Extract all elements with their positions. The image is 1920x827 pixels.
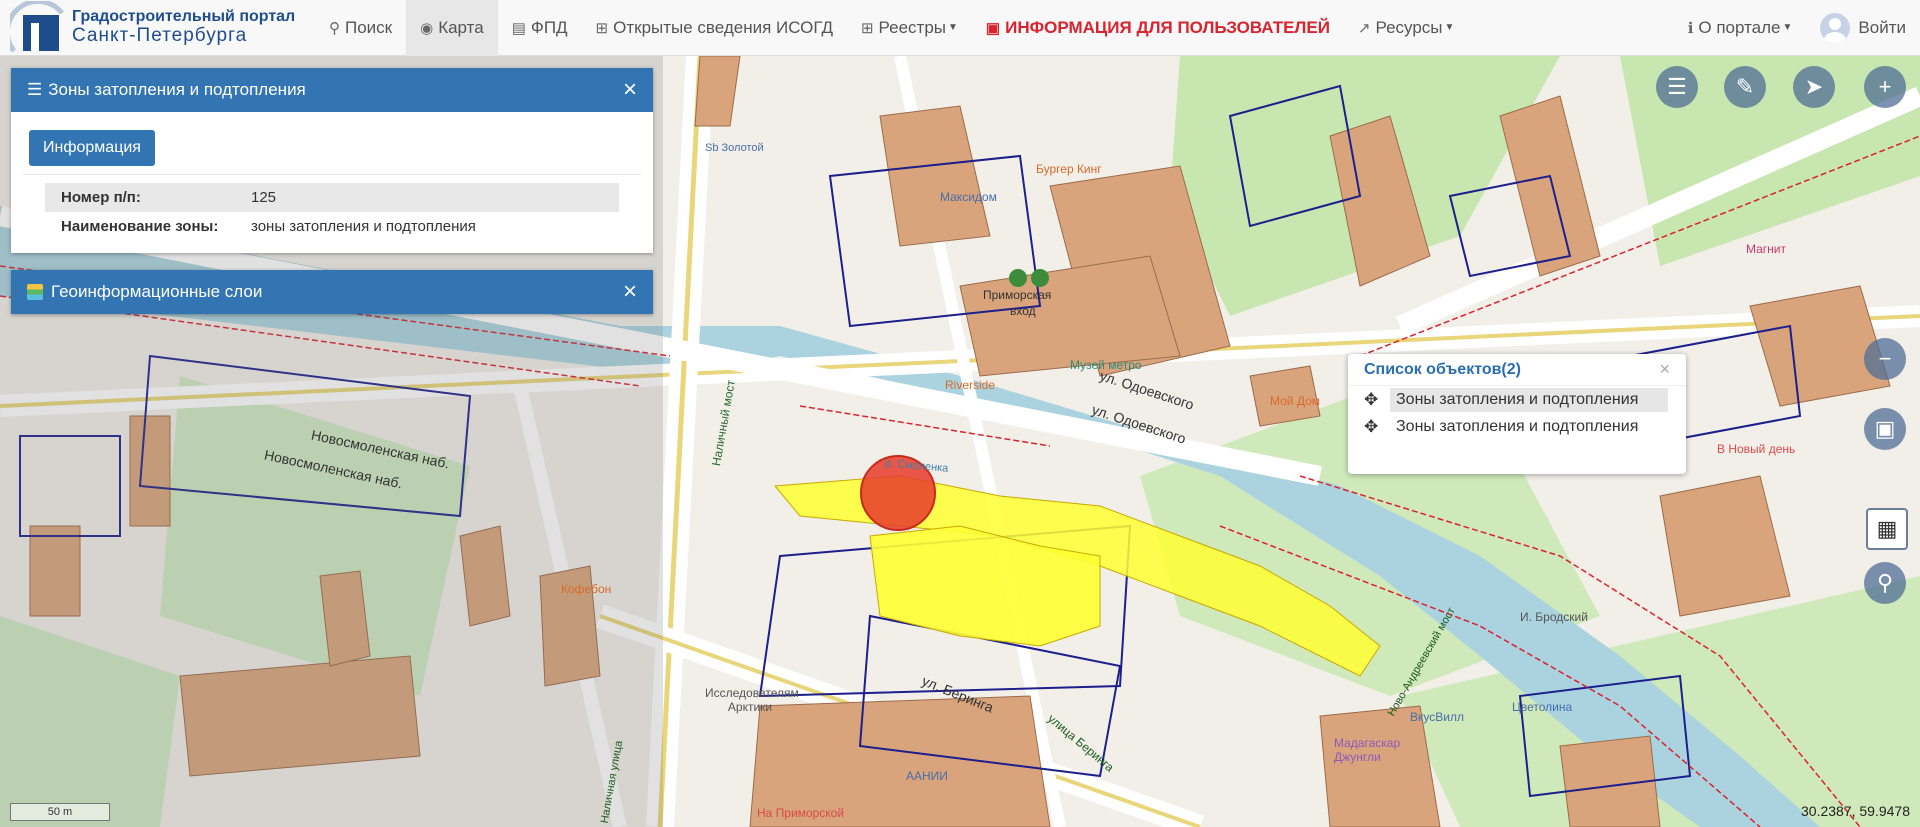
chevron-down-icon: ▼ xyxy=(948,22,958,33)
move-icon[interactable]: ✥ xyxy=(1364,417,1390,437)
list-icon: ☰ xyxy=(27,80,43,99)
nav-isogd-label: Открытые сведения ИСОГД xyxy=(613,17,833,37)
plus-square-icon: ⊞ xyxy=(595,19,609,37)
attribute-key: Наименование зоны: xyxy=(61,218,219,235)
attribute-table: Номер п/п: 125 Наименование зоны: зоны з… xyxy=(45,183,619,241)
portal-logo-icon xyxy=(4,0,66,55)
object-list-popup: Список объектов(2) × ✥ Зоны затопления и… xyxy=(1348,354,1686,474)
map-label: Бургер Кинг xyxy=(1036,162,1102,176)
flood-zone-panel: ☰ Зоны затопления и подтопления × Информ… xyxy=(11,68,653,253)
layers-list-icon[interactable]: ☰ xyxy=(1656,66,1698,108)
external-link-icon: ↗ xyxy=(1357,19,1371,37)
attribute-row: Наименование зоны: зоны затопления и под… xyxy=(45,212,619,241)
avatar xyxy=(1820,12,1851,43)
zoom-out-icon[interactable]: − xyxy=(1864,338,1906,380)
map-label: Максидом xyxy=(940,190,997,204)
flood-zone-panel-header: ☰ Зоны затопления и подтопления × xyxy=(11,68,653,112)
layers-icon[interactable]: ▣ xyxy=(1864,408,1906,450)
nav-about[interactable]: ℹ О портале ▼ xyxy=(1674,0,1807,56)
chevron-down-icon: ▼ xyxy=(1782,22,1793,33)
table-icon: ⊞ xyxy=(860,19,874,37)
nav-search[interactable]: ⚲ Поиск xyxy=(315,0,406,56)
locate-icon[interactable]: ➤ xyxy=(1793,66,1835,108)
nav-map-label: Карта xyxy=(438,17,484,37)
nav-fpd[interactable]: ▤ ФПД xyxy=(498,0,582,56)
brand-subtitle: Санкт-Петербурга xyxy=(72,24,248,46)
geo-layers-panel: Геоинформационные слои × xyxy=(11,270,653,314)
basemap-icon[interactable]: ▦ xyxy=(1866,508,1908,550)
close-icon[interactable]: × xyxy=(623,78,637,102)
map-label: Приморская xyxy=(983,288,1052,302)
info-button[interactable]: Информация xyxy=(29,130,155,166)
geo-layers-panel-title: Геоинформационные слои xyxy=(51,282,263,301)
top-navbar: Градостроительный портал Санкт-Петербург… xyxy=(0,0,1920,56)
coordinates-readout: 30.2387, 59.9478 xyxy=(1801,803,1910,819)
attribute-value: 125 xyxy=(251,189,277,206)
search-icon[interactable]: ⚲ xyxy=(1864,562,1906,604)
map-label: вход xyxy=(1010,304,1036,318)
nav-user-info-label: ИНФОРМАЦИЯ ДЛЯ ПОЛЬЗОВАТЕЛЕЙ xyxy=(1005,17,1330,37)
nav-registries-label: Реестры xyxy=(878,17,947,37)
map-label: В Новый день xyxy=(1717,442,1796,456)
chevron-down-icon: ▼ xyxy=(1444,22,1455,33)
globe-icon: ◉ xyxy=(420,19,434,37)
nav-user-info[interactable]: ▣ ИНФОРМАЦИЯ ДЛЯ ПОЛЬЗОВАТЕЛЕЙ xyxy=(972,0,1344,56)
attribute-row: Номер п/п: 125 xyxy=(45,183,619,212)
object-list-title: Список объектов(2) xyxy=(1364,360,1521,378)
object-list-item-label: Зоны затопления и подтопления xyxy=(1390,387,1668,412)
nav-resources[interactable]: ↗ Ресурсы ▼ xyxy=(1344,0,1469,56)
map-label: Кофебон xyxy=(561,582,612,596)
map-icon: ▤ xyxy=(511,19,526,37)
map-label: Цветолина xyxy=(1512,700,1573,714)
brand-title: Градостроительный портал xyxy=(72,8,296,26)
nav-search-label: Поиск xyxy=(345,17,393,37)
object-list-item[interactable]: ✥ Зоны затопления и подтопления xyxy=(1364,413,1668,440)
attribute-value: зоны затопления и подтопления xyxy=(251,218,476,235)
map-label: На Приморской xyxy=(757,806,845,820)
nav-map[interactable]: ◉ Карта xyxy=(406,0,498,56)
object-list-item[interactable]: ✥ Зоны затопления и подтопления xyxy=(1364,386,1668,413)
map-label: ВкусВилл xyxy=(1410,710,1464,724)
map-label: Riverside xyxy=(945,378,996,392)
nav-registries[interactable]: ⊞ Реестры ▼ xyxy=(847,0,972,56)
comments-icon: ▣ xyxy=(985,19,1001,37)
info-icon: ℹ xyxy=(1687,19,1694,37)
map-label: Мой Дом xyxy=(1270,394,1321,408)
measure-icon[interactable]: ✎ xyxy=(1724,66,1766,108)
search-icon: ⚲ xyxy=(329,19,340,37)
portal-logo[interactable]: Градостроительный портал Санкт-Петербург… xyxy=(0,0,315,56)
login-label: Войти xyxy=(1858,17,1906,37)
nav-fpd-label: ФПД xyxy=(530,17,568,37)
geo-layers-panel-header[interactable]: Геоинформационные слои × xyxy=(11,270,653,314)
object-list-header: Список объектов(2) × xyxy=(1348,354,1686,386)
nav-about-label: О портале xyxy=(1698,17,1781,37)
map-label: Магнит xyxy=(1746,242,1787,256)
close-icon[interactable]: × xyxy=(1659,359,1670,380)
layers-stack-icon xyxy=(27,284,43,300)
nav-isogd[interactable]: ⊞ Открытые сведения ИСОГД xyxy=(582,0,847,56)
close-icon[interactable]: × xyxy=(623,280,637,304)
zoom-in-icon[interactable]: + xyxy=(1864,66,1906,108)
map-label: И. Бродский xyxy=(1520,610,1588,624)
move-icon[interactable]: ✥ xyxy=(1364,390,1390,410)
login-button[interactable]: Войти xyxy=(1806,0,1920,56)
map-label: ААНИИ xyxy=(906,769,948,783)
map-label: Sb Золотой xyxy=(705,142,764,154)
scale-bar: 50 m xyxy=(10,803,110,821)
map-label: Исследователям Арктики xyxy=(705,686,799,714)
divider xyxy=(23,174,641,175)
flood-zone-panel-title: Зоны затопления и подтопления xyxy=(48,80,306,99)
map-label: Мадагаскар Джунгли xyxy=(1334,736,1401,764)
attribute-key: Номер п/п: xyxy=(61,189,141,206)
nav-resources-label: Ресурсы xyxy=(1375,17,1443,37)
object-list-item-label: Зоны затопления и подтопления xyxy=(1396,417,1639,435)
